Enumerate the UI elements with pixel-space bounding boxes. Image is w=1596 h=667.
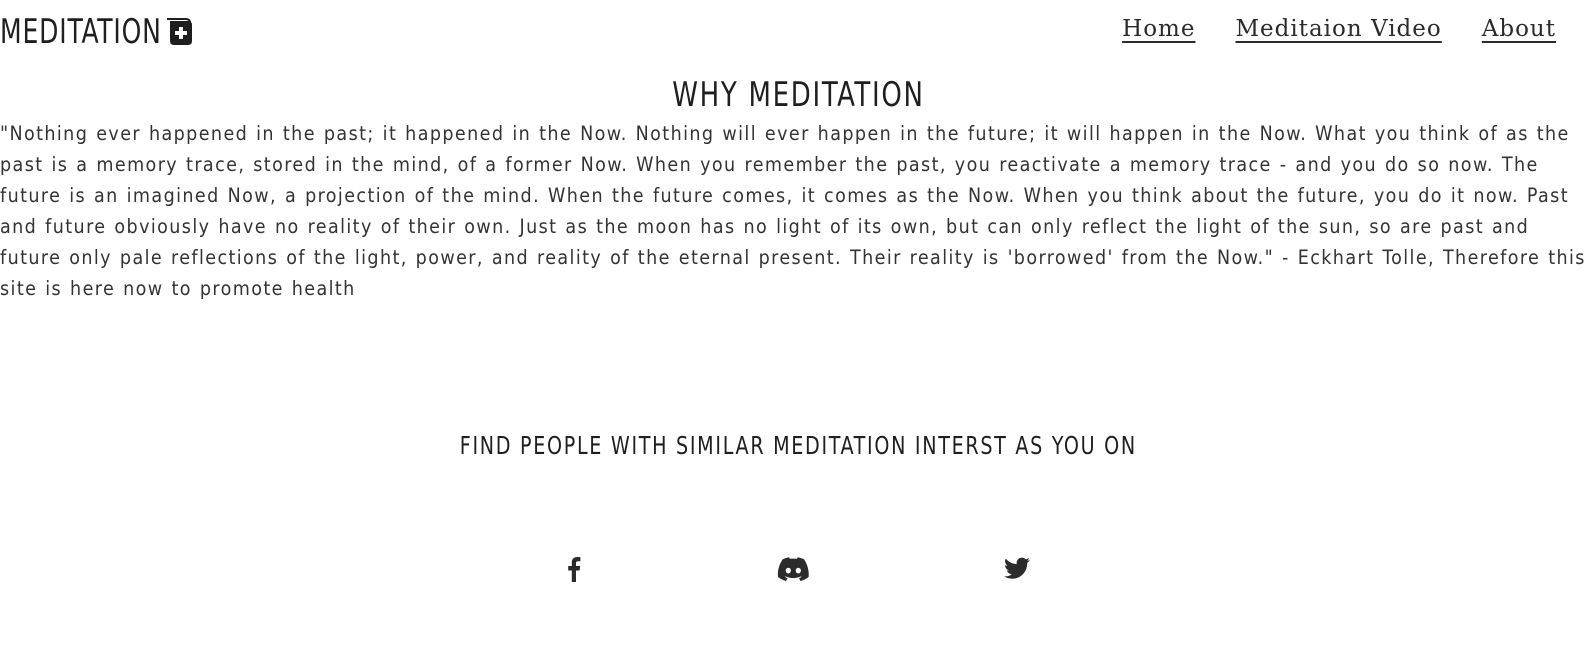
logo-text: MEDITATION [0,12,162,52]
eckhart-tolle-quote: "Nothing ever happened in the past; it h… [0,122,1586,300]
why-meditation-heading: WHY MEDITATION [0,72,1596,118]
main-nav: Home Meditaion Video About [1122,12,1556,46]
discord-link[interactable] [777,553,809,585]
site-header: MEDITATION Home Meditaion Video About [0,0,1596,64]
find-people-heading: FIND PEOPLE WITH SIMILAR MEDITATION INTE… [0,428,1596,464]
facebook-link[interactable] [558,553,590,585]
medical-plus-icon [166,17,196,47]
find-people-heading-text: FIND PEOPLE WITH SIMILAR MEDITATION INTE… [459,431,1137,460]
why-meditation-heading-text: WHY MEDITATION [671,75,925,115]
nav-meditation-video[interactable]: Meditaion Video [1235,12,1441,46]
twitter-link[interactable] [1001,553,1033,585]
nav-home[interactable]: Home [1122,12,1195,46]
logo[interactable]: MEDITATION [0,12,197,52]
nav-about[interactable]: About [1482,12,1556,46]
facebook-icon [567,556,581,582]
twitter-icon [1003,557,1031,581]
discord-icon [777,557,809,581]
